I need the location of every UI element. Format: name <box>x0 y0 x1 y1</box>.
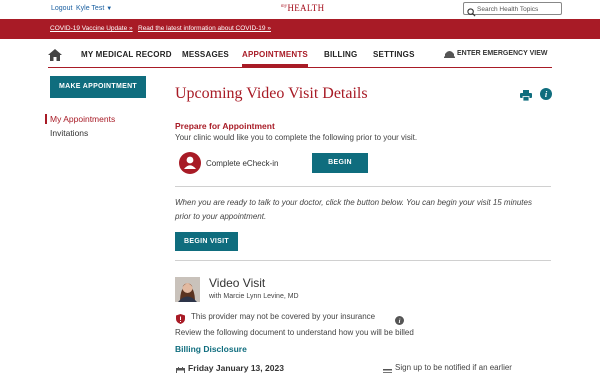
billing-disclosure-link[interactable]: Billing Disclosure <box>175 344 247 354</box>
insurance-warning: This provider may not be covered by your… <box>191 312 376 321</box>
avatar <box>175 277 200 302</box>
search-box[interactable] <box>463 2 562 17</box>
covid-info-link[interactable]: Read the latest information about COVID-… <box>138 25 271 32</box>
make-appointment-button[interactable]: MAKE APPOINTMENT <box>50 76 146 98</box>
begin-visit-button[interactable]: BEGIN VISIT <box>175 232 238 251</box>
echeckin-label: Complete eCheck-in <box>206 159 279 168</box>
logout-link[interactable]: Logout <box>51 5 72 12</box>
nav-billing[interactable]: BILLING <box>324 50 357 59</box>
calendar-icon <box>176 363 185 373</box>
divider <box>175 260 551 261</box>
user-menu[interactable]: Kyle Test ▼ <box>76 5 112 12</box>
svg-text:i: i <box>399 318 401 325</box>
main-nav: MY MEDICAL RECORD MESSAGES APPOINTMENTS … <box>48 40 552 68</box>
user-name: Kyle Test <box>76 5 105 12</box>
covid-alert-bar: COVID-19 Vaccine Update » Read the lates… <box>0 19 600 39</box>
visit-type: Video Visit <box>209 276 266 290</box>
info-icon[interactable]: i <box>540 87 552 105</box>
nav-medical-record[interactable]: MY MEDICAL RECORD <box>81 50 172 59</box>
top-utility-bar: Logout Kyle Test ▼ myHEALTH <box>0 0 600 18</box>
nav-settings[interactable]: SETTINGS <box>373 50 415 59</box>
prepare-text: Your clinic would like you to complete t… <box>175 133 418 142</box>
visit-instructions: When you are ready to talk to your docto… <box>175 198 532 221</box>
chevron-down-icon: ▼ <box>106 6 113 12</box>
emergency-icon <box>444 49 455 60</box>
appointment-date: Friday January 13, 2023 <box>188 363 284 373</box>
home-icon[interactable] <box>48 48 62 66</box>
print-icon[interactable] <box>520 88 532 106</box>
nav-appointments[interactable]: APPOINTMENTS <box>242 50 308 59</box>
vaccine-update-link[interactable]: COVID-19 Vaccine Update » <box>50 25 133 32</box>
billing-review-text: Review the following document to underst… <box>175 328 414 337</box>
prepare-heading: Prepare for Appointment <box>175 121 275 131</box>
nav-messages[interactable]: MESSAGES <box>182 50 229 59</box>
begin-echeckin-button[interactable]: BEGIN <box>312 153 368 173</box>
provider-name: with Marcie Lynn Levine, MD <box>209 293 299 300</box>
shield-icon <box>176 311 185 329</box>
sidebar-item-my-appointments[interactable]: My Appointments <box>44 114 115 124</box>
sidebar-item-invitations[interactable]: Invitations <box>50 128 88 138</box>
page-title: Upcoming Video Visit Details <box>175 85 368 102</box>
user-icon <box>179 152 201 179</box>
brand-logo[interactable]: myHEALTH <box>281 3 324 13</box>
active-tab-indicator <box>242 64 308 67</box>
search-input[interactable] <box>477 4 559 14</box>
divider <box>175 186 551 187</box>
list-icon <box>383 364 392 373</box>
notify-earlier-text[interactable]: Sign up to be notified if an earlier <box>395 363 512 372</box>
